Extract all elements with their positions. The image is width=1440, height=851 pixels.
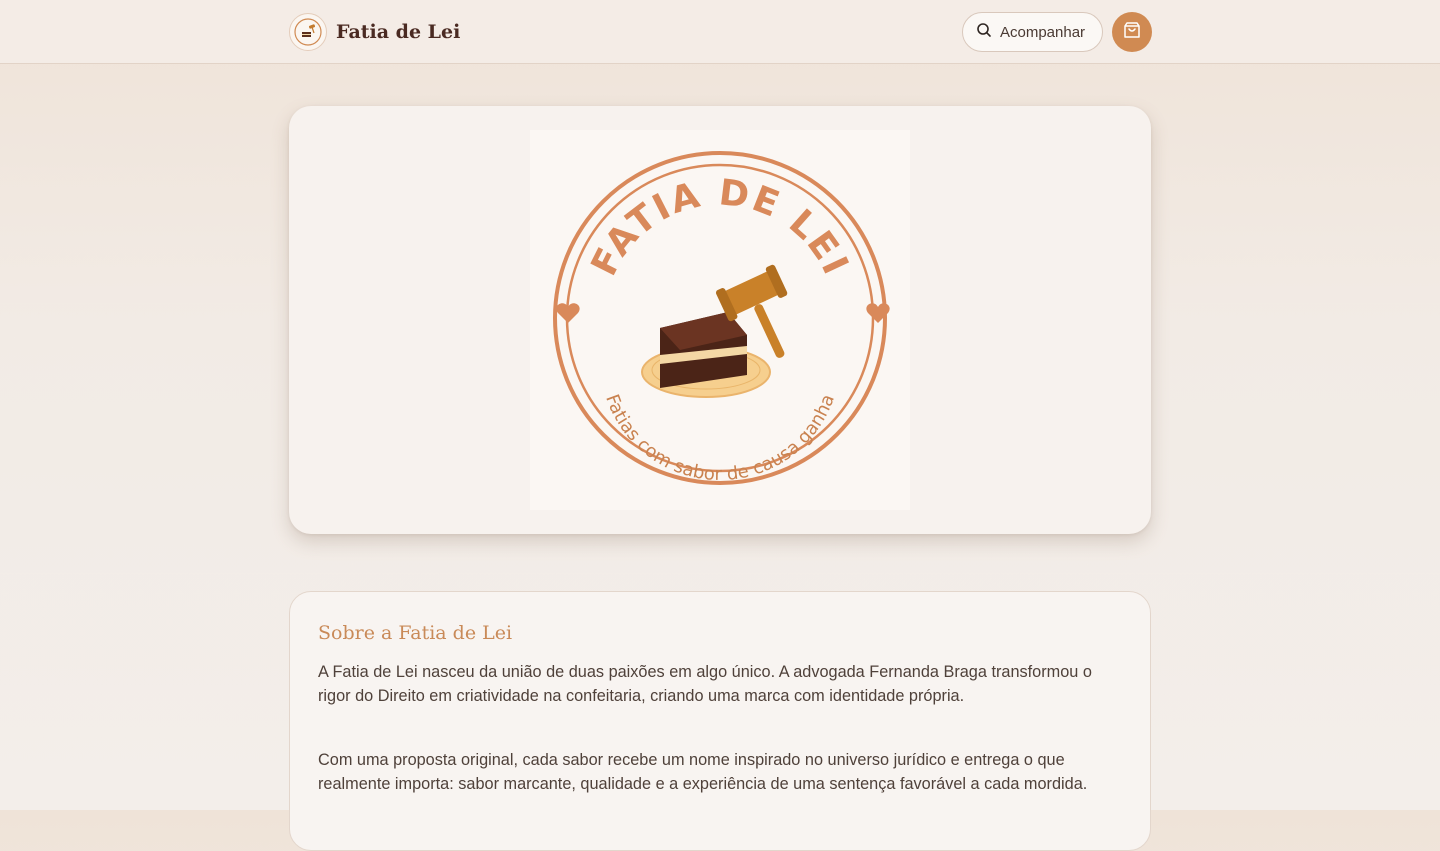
- follow-button[interactable]: Acompanhar: [962, 12, 1103, 52]
- seal-bottom-text: Fatias com sabor de causa ganha: [601, 392, 839, 486]
- top-header: Fatia de Lei Acompanhar: [0, 0, 1440, 64]
- seal-top-text: FATIA DE LEI: [584, 172, 855, 282]
- brand-logo-icon: [289, 13, 327, 51]
- about-card: Sobre a Fatia de Lei A Fatia de Lei nasc…: [289, 591, 1151, 851]
- shopping-bag-icon: [1122, 20, 1142, 45]
- hero-card: FATIA DE LEI Fatias com sabor de causa g…: [289, 106, 1151, 534]
- cart-button[interactable]: [1112, 12, 1152, 52]
- brand-seal-image: FATIA DE LEI Fatias com sabor de causa g…: [530, 130, 910, 510]
- about-paragraph: A Fatia de Lei nasceu da união de duas p…: [318, 663, 1092, 705]
- brand-name: Fatia de Lei: [336, 21, 461, 43]
- svg-text:FATIA DE LEI: FATIA DE LEI: [584, 172, 857, 282]
- svg-text:Fatias com sabor de causa ganh: Fatias com sabor de causa ganha: [601, 392, 839, 486]
- brand[interactable]: Fatia de Lei: [289, 13, 460, 51]
- about-paragraph: Com uma proposta original, cada sabor re…: [318, 751, 1088, 793]
- about-title: Sobre a Fatia de Lei: [318, 622, 513, 644]
- search-icon: [976, 22, 992, 42]
- follow-button-label: Acompanhar: [1000, 23, 1086, 41]
